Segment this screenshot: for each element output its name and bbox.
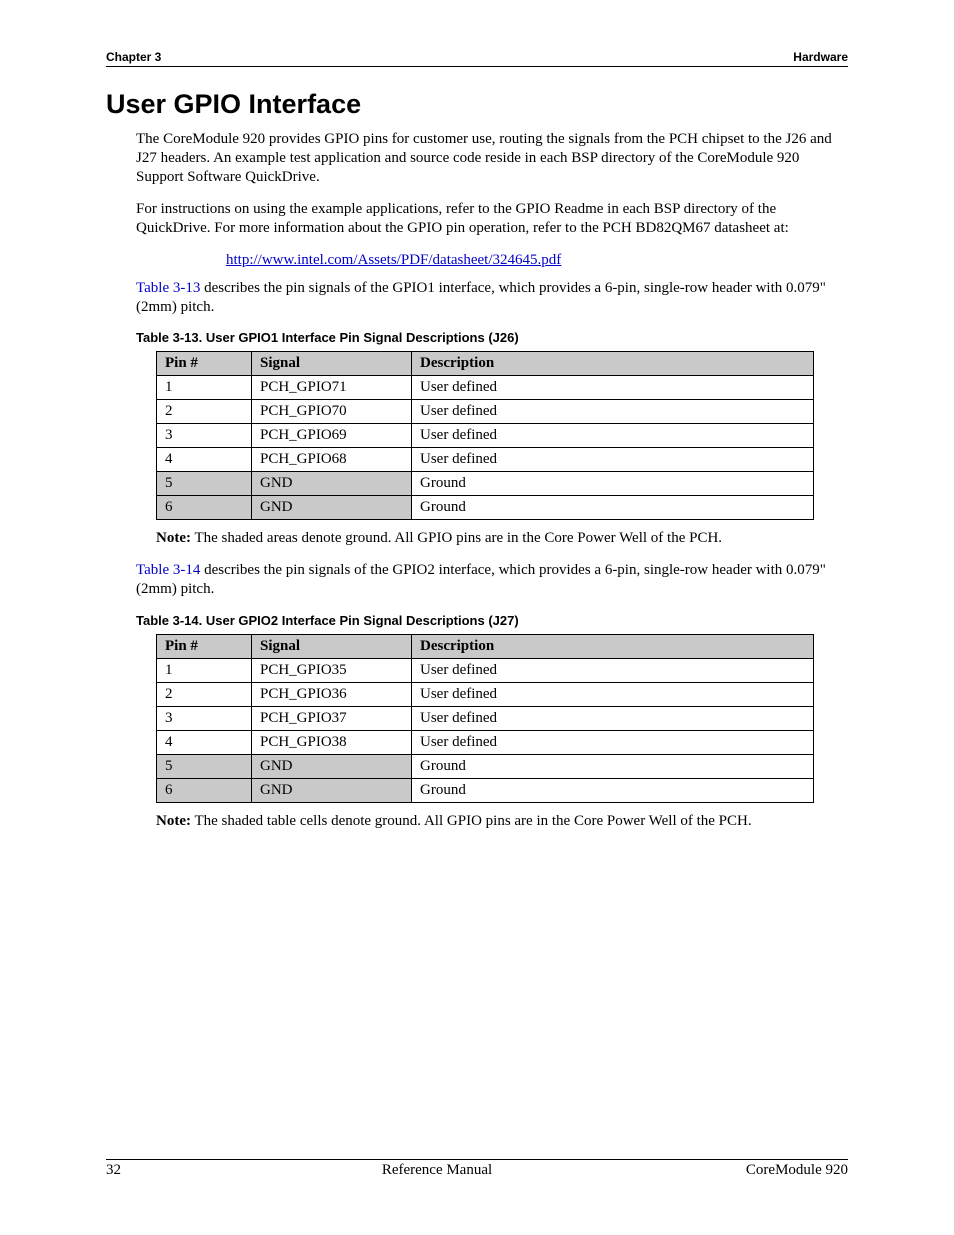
header-section: Hardware: [793, 50, 848, 64]
col-signal: Signal: [252, 634, 412, 658]
footer-title: Reference Manual: [186, 1162, 688, 1179]
running-header: Chapter 3 Hardware: [106, 50, 848, 67]
note-label: Note:: [156, 530, 191, 546]
cell-desc: User defined: [412, 400, 814, 424]
col-pin: Pin #: [157, 352, 252, 376]
cell-desc: User defined: [412, 658, 814, 682]
cell-desc: User defined: [412, 448, 814, 472]
intro-paragraph-1: The CoreModule 920 provides GPIO pins fo…: [136, 130, 848, 186]
table-row: 3PCH_GPIO69User defined: [157, 424, 814, 448]
page: Chapter 3 Hardware User GPIO Interface T…: [0, 0, 954, 1235]
gpio2-table: Pin # Signal Description 1PCH_GPIO35User…: [156, 634, 814, 803]
footer-product: CoreModule 920: [688, 1162, 848, 1179]
note1-text: The shaded areas denote ground. All GPIO…: [191, 530, 722, 546]
cell-signal: PCH_GPIO35: [252, 658, 412, 682]
cell-pin: 6: [157, 778, 252, 802]
datasheet-link[interactable]: http://www.intel.com/Assets/PDF/datashee…: [226, 252, 561, 268]
cell-signal: PCH_GPIO36: [252, 682, 412, 706]
cell-desc: User defined: [412, 376, 814, 400]
intro-paragraph-2: For instructions on using the example ap…: [136, 200, 848, 238]
table-row: 4PCH_GPIO68User defined: [157, 448, 814, 472]
datasheet-link-line: http://www.intel.com/Assets/PDF/datashee…: [226, 252, 848, 269]
table-row: 5GNDGround: [157, 754, 814, 778]
table-row: 1PCH_GPIO71User defined: [157, 376, 814, 400]
gpio2-tbody: 1PCH_GPIO35User defined2PCH_GPIO36User d…: [157, 658, 814, 802]
running-footer: 32 Reference Manual CoreModule 920: [106, 1159, 848, 1179]
cell-pin: 1: [157, 658, 252, 682]
note-label: Note:: [156, 813, 191, 829]
table-row: 2PCH_GPIO70User defined: [157, 400, 814, 424]
cell-signal: GND: [252, 496, 412, 520]
cell-desc: Ground: [412, 778, 814, 802]
table2-intro: Table 3-14 describes the pin signals of …: [136, 561, 848, 599]
cell-signal: GND: [252, 778, 412, 802]
table-row: 6GNDGround: [157, 496, 814, 520]
table-row: 5GNDGround: [157, 472, 814, 496]
cell-pin: 6: [157, 496, 252, 520]
cell-desc: User defined: [412, 424, 814, 448]
table-row: 1PCH_GPIO35User defined: [157, 658, 814, 682]
col-desc: Description: [412, 352, 814, 376]
table2-caption: Table 3-14. User GPIO2 Interface Pin Sig…: [136, 613, 848, 628]
table1-intro: Table 3-13 describes the pin signals of …: [136, 279, 848, 317]
cell-desc: Ground: [412, 472, 814, 496]
page-title: User GPIO Interface: [106, 89, 848, 120]
cell-signal: PCH_GPIO38: [252, 730, 412, 754]
table-row: 3PCH_GPIO37User defined: [157, 706, 814, 730]
table-row: 6GNDGround: [157, 778, 814, 802]
cell-signal: PCH_GPIO71: [252, 376, 412, 400]
footer-page-number: 32: [106, 1162, 186, 1179]
note2-text: The shaded table cells denote ground. Al…: [191, 813, 752, 829]
table2-xref[interactable]: Table 3-14: [136, 562, 200, 578]
cell-pin: 4: [157, 448, 252, 472]
col-desc: Description: [412, 634, 814, 658]
cell-signal: GND: [252, 472, 412, 496]
cell-pin: 2: [157, 682, 252, 706]
table1-intro-rest: describes the pin signals of the GPIO1 i…: [136, 280, 826, 315]
cell-signal: PCH_GPIO69: [252, 424, 412, 448]
gpio1-tbody: 1PCH_GPIO71User defined2PCH_GPIO70User d…: [157, 376, 814, 520]
col-pin: Pin #: [157, 634, 252, 658]
cell-pin: 4: [157, 730, 252, 754]
cell-desc: Ground: [412, 496, 814, 520]
cell-desc: Ground: [412, 754, 814, 778]
header-chapter: Chapter 3: [106, 50, 161, 64]
col-signal: Signal: [252, 352, 412, 376]
table1-caption: Table 3-13. User GPIO1 Interface Pin Sig…: [136, 330, 848, 345]
cell-desc: User defined: [412, 730, 814, 754]
gpio1-table: Pin # Signal Description 1PCH_GPIO71User…: [156, 351, 814, 520]
table-header-row: Pin # Signal Description: [157, 352, 814, 376]
cell-desc: User defined: [412, 706, 814, 730]
table-row: 2PCH_GPIO36User defined: [157, 682, 814, 706]
table-header-row: Pin # Signal Description: [157, 634, 814, 658]
cell-signal: GND: [252, 754, 412, 778]
table2-intro-rest: describes the pin signals of the GPIO2 i…: [136, 562, 826, 597]
cell-signal: PCH_GPIO37: [252, 706, 412, 730]
cell-desc: User defined: [412, 682, 814, 706]
cell-pin: 5: [157, 754, 252, 778]
table-row: 4PCH_GPIO38User defined: [157, 730, 814, 754]
table2-note: Note: The shaded table cells denote grou…: [156, 813, 848, 830]
cell-signal: PCH_GPIO68: [252, 448, 412, 472]
table1-xref[interactable]: Table 3-13: [136, 280, 200, 296]
cell-pin: 3: [157, 424, 252, 448]
cell-pin: 1: [157, 376, 252, 400]
cell-signal: PCH_GPIO70: [252, 400, 412, 424]
cell-pin: 3: [157, 706, 252, 730]
cell-pin: 2: [157, 400, 252, 424]
table1-note: Note: The shaded areas denote ground. Al…: [156, 530, 848, 547]
cell-pin: 5: [157, 472, 252, 496]
